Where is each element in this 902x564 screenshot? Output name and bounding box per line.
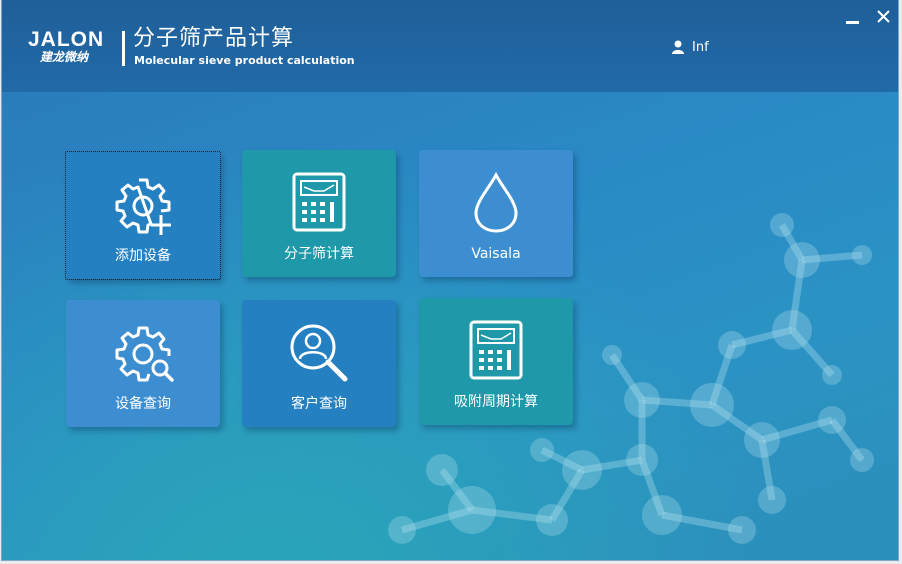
add-device-label: 添加设备 <box>115 248 171 264</box>
gear-plus-icon <box>115 178 171 235</box>
close-icon <box>877 10 890 23</box>
vaisala-label: Vaisala <box>471 246 521 262</box>
app-title: 分子筛产品计算 <box>133 26 295 51</box>
water-drop-icon <box>474 172 518 233</box>
customer-query-label: 客户查询 <box>291 396 347 412</box>
company-logo: JALON 建龙微纳 <box>28 29 120 69</box>
adsorption-calc-tile[interactable]: 吸附周期计算 <box>419 298 573 425</box>
title-divider <box>122 31 125 66</box>
user-search-icon <box>290 324 348 382</box>
user-icon <box>672 40 684 54</box>
calculator-icon <box>469 320 523 380</box>
sieve-calc-tile[interactable]: 分子筛计算 <box>242 150 396 277</box>
header-bar: JALON 建龙微纳 分子筛产品计算 Molecular sieve produ… <box>2 0 898 92</box>
app-window: JALON 建龙微纳 分子筛产品计算 Molecular sieve produ… <box>2 0 898 560</box>
calculator-icon <box>292 172 346 232</box>
minimize-button[interactable] <box>841 6 863 26</box>
logo-text-cn: 建龙微纳 <box>40 50 89 64</box>
close-button[interactable] <box>872 6 894 26</box>
logo-text-en: JALON <box>28 28 105 51</box>
sieve-calc-label: 分子筛计算 <box>284 246 354 262</box>
device-query-label: 设备查询 <box>115 396 171 412</box>
vaisala-tile[interactable]: Vaisala <box>419 150 573 277</box>
app-subtitle: Molecular sieve product calculation <box>134 54 355 67</box>
add-device-tile[interactable]: 添加设备 <box>65 151 221 280</box>
device-query-tile[interactable]: 设备查询 <box>66 300 220 427</box>
user-info[interactable]: Inf <box>672 38 709 56</box>
gear-search-icon <box>115 326 174 382</box>
adsorption-calc-label: 吸附周期计算 <box>454 394 538 410</box>
user-name: Inf <box>692 39 709 55</box>
customer-query-tile[interactable]: 客户查询 <box>242 300 396 427</box>
